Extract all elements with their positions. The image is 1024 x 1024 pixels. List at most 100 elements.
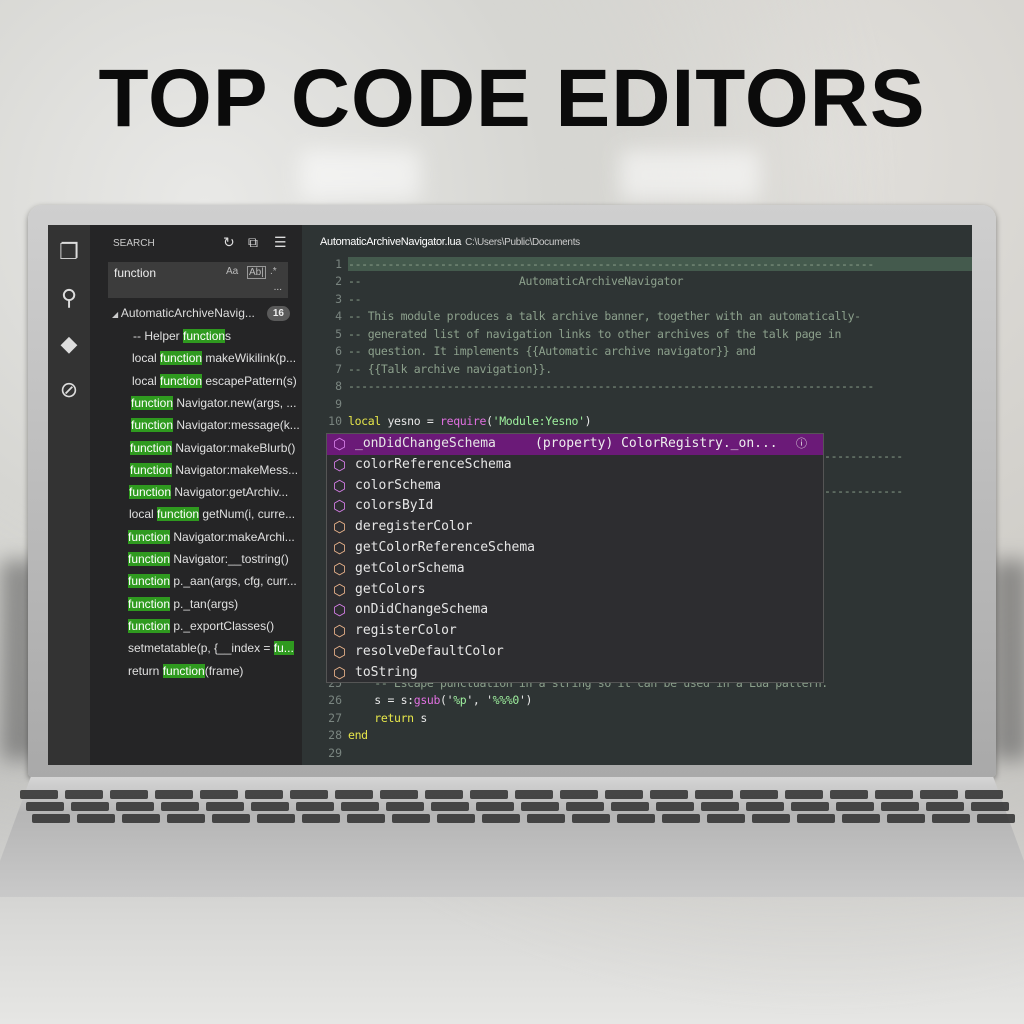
search-result[interactable]: function p._tan(args): [128, 596, 238, 612]
keyboard-key: [212, 814, 250, 823]
suggest-item[interactable]: ⬡ getColorReferenceSchema: [327, 538, 823, 559]
keyboard-key: [611, 802, 649, 811]
match-count-badge: 16: [266, 306, 290, 321]
search-result[interactable]: return function(frame): [128, 663, 243, 679]
match-highlight: function: [160, 351, 203, 366]
more-options-button[interactable]: ...: [274, 282, 282, 293]
editor-title: AutomaticArchiveNavigator.lua C:\Users\Pu…: [320, 236, 580, 248]
code-token: end: [348, 728, 368, 743]
keyboard-key: [482, 814, 520, 823]
search-result[interactable]: function Navigator.new(args, ...: [131, 395, 296, 411]
match-highlight: function: [128, 529, 171, 544]
suggest-widget: ⬡ _onDidChangeSchema (property) ColorRegis…: [326, 433, 824, 683]
keyboard-key: [515, 790, 553, 799]
search-box: Aa Ab| .* ...: [108, 262, 288, 298]
suggest-label: toString: [355, 664, 418, 680]
code-editor[interactable]: AutomaticArchiveNavigator.lua C:\Users\Pu…: [302, 225, 972, 765]
keyboard-key: [650, 790, 688, 799]
suggest-item[interactable]: ⬡ getColors: [327, 580, 823, 601]
keyboard-key: [257, 814, 295, 823]
background-bokeh: [620, 150, 760, 200]
suggest-item[interactable]: ⬡ _onDidChangeSchema (property) ColorRegis…: [327, 434, 823, 455]
line-number: 3: [335, 291, 342, 306]
regex-toggle[interactable]: .*: [270, 266, 277, 277]
code-line: -- generated list of navigation links to…: [348, 327, 841, 341]
code-token: -- {{Talk archive navigation}}.: [348, 361, 552, 376]
search-icon[interactable]: ⚲: [56, 285, 82, 311]
keyboard-key: [875, 790, 913, 799]
clear-results-icon[interactable]: ☰: [274, 234, 287, 251]
collapse-all-icon[interactable]: ⧉: [248, 234, 258, 251]
keyboard-key: [572, 814, 610, 823]
explorer-icon[interactable]: ❐: [56, 239, 82, 265]
match-case-toggle[interactable]: Aa: [226, 266, 238, 277]
search-result[interactable]: function Navigator:message(k...: [131, 417, 300, 433]
sidebar-title: SEARCH: [113, 238, 155, 249]
suggest-item[interactable]: ⬡ colorSchema: [327, 476, 823, 497]
search-result[interactable]: local function makeWikilink(p...: [132, 350, 296, 366]
code-token: local: [348, 414, 381, 429]
code-token: ------------: [824, 483, 903, 498]
suggest-label: getColors: [355, 581, 426, 597]
method-cube-icon: ⬡: [333, 559, 347, 578]
suggest-item[interactable]: ⬡ colorReferenceSchema: [327, 455, 823, 476]
keyboard-key: [155, 790, 193, 799]
result-text: local: [132, 351, 161, 366]
suggest-item[interactable]: ⬡ resolveDefaultColor: [327, 642, 823, 663]
search-result[interactable]: function p._exportClasses(): [128, 618, 274, 634]
code-token: '): [518, 693, 533, 708]
search-result[interactable]: -- Helper functions: [133, 328, 231, 344]
suggest-item[interactable]: ⬡ onDidChangeSchema: [327, 600, 823, 621]
suggest-item[interactable]: ⬡ toString: [327, 663, 823, 684]
code-token: yesno =: [380, 414, 441, 429]
debug-icon[interactable]: ⊘: [56, 377, 82, 403]
keyboard-key: [437, 814, 475, 823]
code-line: -- This module produces a talk archive b…: [348, 309, 861, 323]
match-highlight: fu...: [273, 641, 294, 656]
line-number: 2: [335, 274, 342, 289]
match-highlight: function: [157, 507, 200, 522]
keyboard-key: [566, 802, 604, 811]
suggest-item[interactable]: ⬡ colorsById: [327, 496, 823, 517]
refresh-icon[interactable]: ↻: [223, 234, 235, 251]
property-cube-icon: ⬡: [333, 435, 347, 453]
suggest-item[interactable]: ⬡ registerColor: [327, 621, 823, 642]
search-result[interactable]: local function getNum(i, curre...: [129, 506, 295, 522]
line-number: 5: [335, 326, 342, 341]
whole-word-toggle[interactable]: Ab|: [247, 266, 266, 279]
line-number: 26: [328, 693, 342, 708]
line-number: 6: [335, 344, 342, 359]
search-result[interactable]: local function escapePattern(s): [132, 373, 297, 389]
suggest-item[interactable]: ⬡ getColorSchema: [327, 559, 823, 580]
search-result[interactable]: function p._aan(args, cfg, curr...: [128, 573, 297, 589]
vscode-window: ❐ ⚲ ◆ ⊘ SEARCH ↻ ⧉ ☰ Aa Ab| .* ... ◢ Aut…: [48, 225, 972, 765]
match-highlight: function: [128, 596, 171, 611]
keyboard-key: [830, 790, 868, 799]
search-input[interactable]: [108, 262, 220, 284]
keyboard-key: [71, 802, 109, 811]
code-line: ----------------------------------------…: [348, 257, 972, 271]
result-file[interactable]: ◢ AutomaticArchiveNavig... 16: [112, 306, 292, 322]
activity-bar: ❐ ⚲ ◆ ⊘: [48, 225, 90, 765]
code-token: -- question. It implements {{Automatic a…: [348, 344, 756, 359]
code-line: local yesno = require('Module:Yesno'): [348, 414, 592, 429]
search-result[interactable]: setmetatable(p, {__index = fu...: [128, 640, 294, 656]
search-result[interactable]: function Navigator:makeArchi...: [128, 529, 295, 545]
search-result[interactable]: function Navigator:makeMess...: [130, 462, 298, 478]
file-name: AutomaticArchiveNavigator.lua: [320, 236, 462, 248]
git-icon[interactable]: ◆: [56, 331, 82, 357]
search-result[interactable]: function Navigator:makeBlurb(): [130, 440, 295, 456]
result-file-name: AutomaticArchiveNavig...: [120, 306, 255, 320]
result-text: escapePattern(s): [202, 373, 297, 388]
line-number: 8: [335, 379, 342, 394]
line-number: 28: [328, 728, 342, 743]
keyboard-key: [965, 790, 1003, 799]
suggest-item[interactable]: ⬡ deregisterColor: [327, 517, 823, 538]
search-result[interactable]: function Navigator:__tostring(): [128, 551, 289, 567]
suggest-detail: (property) ColorRegistry._on...: [535, 436, 778, 451]
keyboard-key: [836, 802, 874, 811]
match-highlight: function: [183, 329, 226, 343]
search-result[interactable]: function Navigator:getArchiv...: [129, 484, 288, 500]
code-token: (: [486, 414, 493, 429]
info-icon[interactable]: ⓘ: [796, 434, 807, 455]
